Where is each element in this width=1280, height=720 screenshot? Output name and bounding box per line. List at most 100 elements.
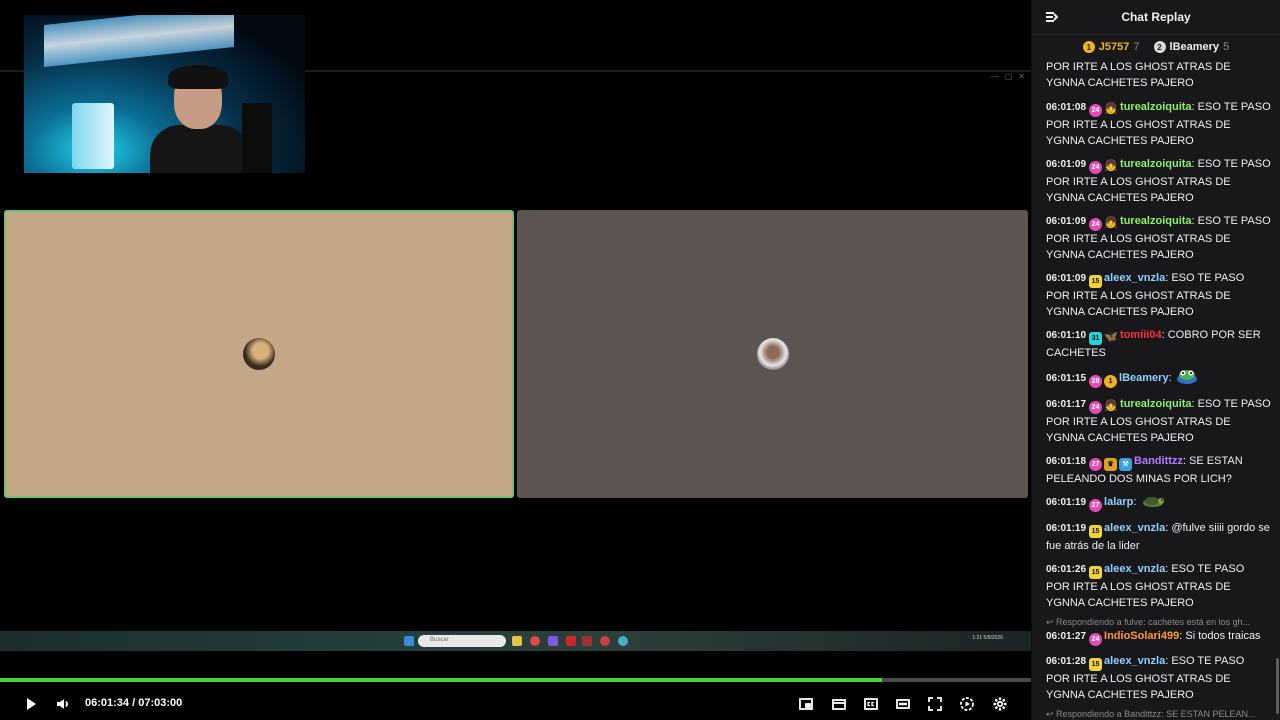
chat-username[interactable]: turealzoiquita (1120, 101, 1192, 113)
leaderboard-count: 5 (1223, 41, 1230, 53)
pip-icon (799, 698, 813, 710)
participant-tile (517, 210, 1028, 498)
chat-username[interactable]: lBeamery (1119, 372, 1169, 384)
chat-message: 06:01:26 15 aleex_vnzla: ESO TE PASO POR I… (1046, 563, 1245, 609)
playback-speed-button[interactable] (957, 695, 977, 713)
captions-button[interactable] (861, 695, 881, 713)
user-badge-icon[interactable]: 24 (1089, 104, 1103, 117)
message-timestamp[interactable]: 06:01:17 (1046, 399, 1086, 410)
chat-username[interactable]: aleex_vnzla (1104, 655, 1165, 667)
chat-username[interactable]: turealzoiquita (1120, 398, 1192, 410)
user-badge-icon[interactable]: 👧 (1104, 160, 1118, 173)
chat-username[interactable]: turealzoiquita (1120, 158, 1192, 170)
leaderboard-name: lBeamery (1169, 41, 1220, 53)
seek-bar[interactable] (0, 678, 1031, 682)
message-timestamp[interactable]: 06:01:18 (1046, 456, 1086, 467)
volume-button[interactable] (53, 695, 73, 713)
user-badge-icon[interactable]: 15 (1089, 275, 1103, 288)
chat-username[interactable]: lalarp (1104, 496, 1133, 508)
message-timestamp[interactable]: 06:01:09 (1046, 273, 1086, 284)
chat-username[interactable]: IndioSolari499 (1104, 630, 1179, 642)
pip-button[interactable] (796, 695, 816, 713)
chrome-icon (600, 636, 610, 646)
participant-tile-speaking (4, 210, 514, 498)
turtle-emote-icon[interactable] (1140, 494, 1166, 513)
message-timestamp[interactable]: 06:01:19 (1046, 497, 1086, 508)
playback-time: 06:01:34 / 07:03:00 (85, 697, 183, 709)
message-timestamp[interactable]: 06:01:26 (1046, 564, 1086, 575)
user-badge-icon[interactable]: 1 (1104, 375, 1118, 388)
chat-header: Chat Replay (1032, 0, 1280, 35)
user-badge-icon[interactable]: 24 (1089, 161, 1103, 174)
discord-icon (548, 636, 558, 646)
taskbar-search: Buscar (418, 635, 506, 647)
user-badge-icon[interactable]: 👧 (1104, 400, 1118, 413)
frog-emote-icon[interactable] (1175, 368, 1199, 389)
chat-username[interactable]: turealzoiquita (1120, 215, 1192, 227)
user-badge-icon[interactable]: ♛ (1104, 458, 1118, 471)
user-badge-icon[interactable]: 24 (1089, 633, 1103, 646)
chat-title: Chat Replay (1121, 10, 1191, 24)
streamer-webcam (24, 15, 305, 173)
fullscreen-button[interactable] (925, 695, 945, 713)
chat-panel: Chat Replay 1 J5757 7 2 lBeamery 5 POR I… (1031, 0, 1280, 720)
user-badge-icon[interactable]: ⚒ (1119, 458, 1133, 471)
user-badge-icon[interactable]: 24 (1089, 401, 1103, 414)
user-badge-icon[interactable]: 15 (1089, 566, 1103, 579)
user-badge-icon[interactable]: 👧 (1104, 103, 1118, 116)
user-badge-icon[interactable]: 24 (1089, 218, 1103, 231)
leaderboard-entry[interactable]: 1 J5757 7 (1082, 41, 1140, 53)
call-stage (4, 210, 1028, 498)
rank-medal-icon: 2 (1153, 41, 1166, 53)
user-badge-icon[interactable]: 🦋 (1104, 331, 1118, 344)
user-badge-icon[interactable]: 27 (1089, 499, 1103, 512)
taskbar-clock: 1:21 5/8/2026 (972, 635, 1003, 641)
message-timestamp[interactable]: 06:01:09 (1046, 159, 1086, 170)
message-timestamp[interactable]: 06:01:28 (1046, 656, 1086, 667)
user-badge-icon[interactable]: 15 (1089, 658, 1103, 671)
theatre-button[interactable] (829, 695, 849, 713)
reply-context[interactable]: ↩ Respondiendo a Bandittzz: SE ESTAN PEL… (1046, 708, 1271, 720)
chat-message: 06:01:19 15 aleex_vnzla: @fulve siiii gord… (1046, 522, 1270, 552)
message-timestamp[interactable]: 06:01:10 (1046, 330, 1086, 341)
chat-username[interactable]: tomiii04 (1120, 329, 1162, 341)
chat-message: 06:01:15 28 1 lBeamery: (1046, 368, 1271, 389)
chat-message: 06:01:19 27 lalarp: (1046, 494, 1271, 513)
message-timestamp[interactable]: 06:01:08 (1046, 102, 1086, 113)
leaderboard-name: J5757 (1098, 41, 1130, 53)
app-icon (566, 636, 576, 646)
user-badge-icon[interactable]: 31 (1089, 332, 1103, 345)
folder-icon (512, 636, 522, 646)
chat-scrollbar[interactable] (1276, 658, 1279, 714)
chat-username[interactable]: Bandittzz (1134, 455, 1183, 467)
chat-leaderboard: 1 J5757 7 2 lBeamery 5 (1032, 35, 1280, 59)
user-badge-icon[interactable]: 27 (1089, 458, 1103, 471)
close-icon: ✕ (1018, 72, 1025, 81)
chat-username[interactable]: aleex_vnzla (1104, 563, 1165, 575)
leaderboard-count: 7 (1133, 41, 1140, 53)
message-timestamp[interactable]: 06:01:09 (1046, 216, 1086, 227)
user-badge-icon[interactable]: 👧 (1104, 217, 1118, 230)
maximize-icon: ▢ (1004, 72, 1013, 81)
chat-message: 06:01:28 15 aleex_vnzla: ESO TE PASO POR I… (1046, 655, 1245, 701)
message-timestamp[interactable]: 06:01:27 (1046, 631, 1086, 642)
chat-username[interactable]: aleex_vnzla (1104, 272, 1165, 284)
user-badge-icon[interactable]: 15 (1089, 525, 1103, 538)
message-timestamp[interactable]: 06:01:19 (1046, 523, 1086, 534)
window-controls: — ▢ ✕ (991, 72, 1025, 81)
play-button[interactable] (21, 695, 41, 713)
video-player[interactable]: — ▢ ✕ Buscar 1:21 5/8/2026 (0, 0, 1031, 720)
user-badge-icon[interactable]: 28 (1089, 375, 1103, 388)
leaderboard-entry[interactable]: 2 lBeamery 5 (1153, 41, 1230, 53)
reply-context[interactable]: ↩ Respondiendo a fulve: cachetes está en… (1046, 616, 1271, 628)
player-controls: 06:01:34 / 07:03:00 (0, 688, 1031, 720)
chat-username[interactable]: aleex_vnzla (1104, 522, 1165, 534)
message-timestamp[interactable]: 06:01:15 (1046, 373, 1086, 384)
participant-avatar (756, 338, 789, 370)
settings-button[interactable] (990, 695, 1010, 713)
chat-message-partial: POR IRTE A LOS GHOST ATRAS DE YGNNA CACH… (1046, 61, 1231, 89)
minimize-icon: — (990, 72, 999, 81)
desktop-taskbar: Buscar 1:21 5/8/2026 (0, 631, 1031, 651)
chat-message: 06:01:08 24 👧 turealzoiquita: ESO TE PASO P… (1046, 101, 1271, 147)
miniplayer-button[interactable] (893, 695, 913, 713)
